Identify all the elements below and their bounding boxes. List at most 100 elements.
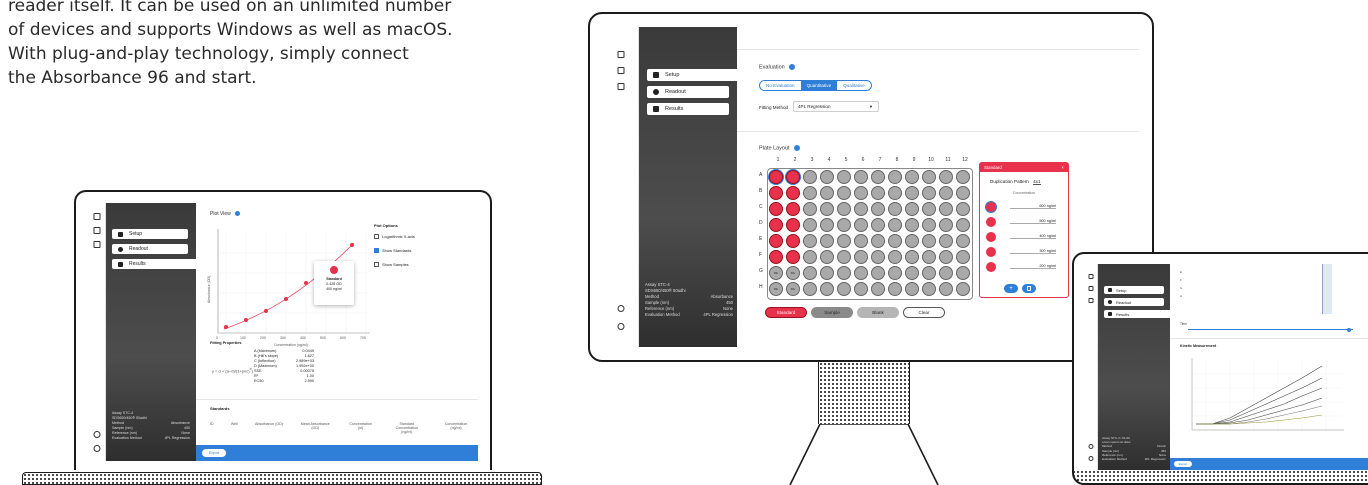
eval-option-quantitative[interactable]: Quantitative xyxy=(800,81,838,90)
plate-well[interactable] xyxy=(769,218,783,232)
scroll-panel[interactable] xyxy=(1322,264,1332,314)
nav-readout[interactable]: Readout xyxy=(1104,298,1164,306)
data-point[interactable] xyxy=(224,325,228,329)
concentration-value[interactable]: 500 ng/ml xyxy=(1010,219,1056,224)
help-icon[interactable] xyxy=(1088,444,1093,449)
plate-well[interactable] xyxy=(786,234,800,248)
plate-well[interactable] xyxy=(837,186,851,200)
plate-well[interactable] xyxy=(905,218,919,232)
checkbox-empty-icon[interactable] xyxy=(374,262,379,267)
plate-column-label[interactable]: 9 xyxy=(907,157,921,163)
export-button[interactable]: Export xyxy=(1174,461,1192,467)
add-standard-button[interactable]: + xyxy=(1004,284,1018,293)
plate-well[interactable] xyxy=(888,266,902,280)
info-icon[interactable] xyxy=(789,64,796,70)
plate-well[interactable] xyxy=(769,234,783,248)
clear-button[interactable]: Clear xyxy=(903,307,945,318)
new-file-icon[interactable] xyxy=(93,213,100,220)
plate-well[interactable] xyxy=(871,234,885,248)
nav-setup[interactable]: Setup xyxy=(112,229,188,239)
plate-well[interactable] xyxy=(939,266,953,280)
plate-well[interactable] xyxy=(837,202,851,216)
plate-well[interactable] xyxy=(888,282,902,296)
plate-well[interactable] xyxy=(837,218,851,232)
plate-well[interactable]: Blk xyxy=(769,282,783,296)
plate-well[interactable] xyxy=(803,234,817,248)
plate-column-label[interactable]: 7 xyxy=(873,157,887,163)
fitting-method-select[interactable]: 4PL Regression ▼ xyxy=(793,101,879,112)
plate-well[interactable] xyxy=(786,218,800,232)
blank-button[interactable]: Blank xyxy=(857,307,899,318)
plate-well[interactable] xyxy=(837,250,851,264)
save-icon[interactable] xyxy=(1088,298,1093,303)
help-icon[interactable] xyxy=(617,305,624,312)
plate-well[interactable] xyxy=(888,186,902,200)
nav-readout[interactable]: Readout xyxy=(647,86,729,98)
option-show-samples[interactable]: Show Samples xyxy=(374,262,434,267)
duplication-value[interactable]: 4x1 xyxy=(1033,179,1041,185)
plate-column-label[interactable]: 3 xyxy=(805,157,819,163)
plate-well[interactable]: Blk xyxy=(786,266,800,280)
plate-well[interactable] xyxy=(803,202,817,216)
plate-well[interactable] xyxy=(854,186,868,200)
concentration-row[interactable]: 600 ng/ml xyxy=(986,201,1064,212)
help-icon[interactable] xyxy=(93,431,100,438)
concentration-row[interactable]: 300 ng/ml xyxy=(986,246,1064,257)
plate-well[interactable] xyxy=(820,186,834,200)
plate-well[interactable] xyxy=(854,234,868,248)
folder-icon[interactable] xyxy=(1088,286,1093,291)
slider-handle[interactable] xyxy=(1347,327,1351,332)
plate-row-label[interactable]: H xyxy=(759,284,763,290)
plate-row-label[interactable]: B xyxy=(759,188,762,194)
plate-well[interactable] xyxy=(871,282,885,296)
plate-well[interactable] xyxy=(922,250,936,264)
plate-well[interactable] xyxy=(888,218,902,232)
plate-well[interactable] xyxy=(905,266,919,280)
plate-row-label[interactable]: C xyxy=(759,204,763,210)
plate-well[interactable] xyxy=(803,218,817,232)
option-log-x[interactable]: Logarithmic X-axis xyxy=(374,234,434,239)
plate-well[interactable] xyxy=(905,250,919,264)
plate-well[interactable] xyxy=(837,170,851,184)
plate-well[interactable] xyxy=(820,234,834,248)
concentration-value[interactable]: 300 ng/ml xyxy=(1010,249,1056,254)
concentration-value[interactable]: 400 ng/ml xyxy=(1010,234,1056,239)
save-icon[interactable] xyxy=(93,241,100,248)
plate-well[interactable] xyxy=(939,218,953,232)
plate-well[interactable] xyxy=(939,250,953,264)
plate-well[interactable] xyxy=(922,234,936,248)
nav-setup[interactable]: Setup xyxy=(647,69,737,81)
plate-well[interactable] xyxy=(905,186,919,200)
plate-row-label[interactable]: F xyxy=(759,252,762,258)
plate-well[interactable] xyxy=(956,250,970,264)
info-icon[interactable] xyxy=(235,211,241,217)
plate-well[interactable] xyxy=(854,218,868,232)
new-file-icon[interactable] xyxy=(1088,274,1093,279)
nav-setup[interactable]: Setup xyxy=(1104,286,1164,294)
nav-readout[interactable]: Readout xyxy=(112,244,188,254)
nav-results[interactable]: Results xyxy=(112,259,196,269)
concentration-row[interactable]: 500 ng/ml xyxy=(986,216,1064,227)
plate-well[interactable] xyxy=(820,170,834,184)
plate-well[interactable] xyxy=(939,170,953,184)
plate-well[interactable] xyxy=(956,170,970,184)
plate-well[interactable]: Blk xyxy=(786,282,800,296)
plate-well[interactable] xyxy=(922,202,936,216)
option-show-standards[interactable]: Show Standards xyxy=(374,248,434,253)
plate-well[interactable] xyxy=(803,266,817,280)
plate-well[interactable] xyxy=(956,234,970,248)
checkbox-empty-icon[interactable] xyxy=(374,234,379,239)
plate-well[interactable] xyxy=(786,250,800,264)
data-point[interactable] xyxy=(264,309,268,313)
plate-well[interactable] xyxy=(786,202,800,216)
plate-well[interactable] xyxy=(871,266,885,280)
plate-well[interactable] xyxy=(939,186,953,200)
refresh-icon[interactable] xyxy=(1088,456,1093,461)
plate-column-label[interactable]: 10 xyxy=(924,157,938,163)
folder-icon[interactable] xyxy=(617,67,624,74)
plate-row-label[interactable]: D xyxy=(759,220,763,226)
plate-well[interactable] xyxy=(922,218,936,232)
plate-well[interactable] xyxy=(956,218,970,232)
plate-well[interactable] xyxy=(956,282,970,296)
plate-well[interactable] xyxy=(905,234,919,248)
